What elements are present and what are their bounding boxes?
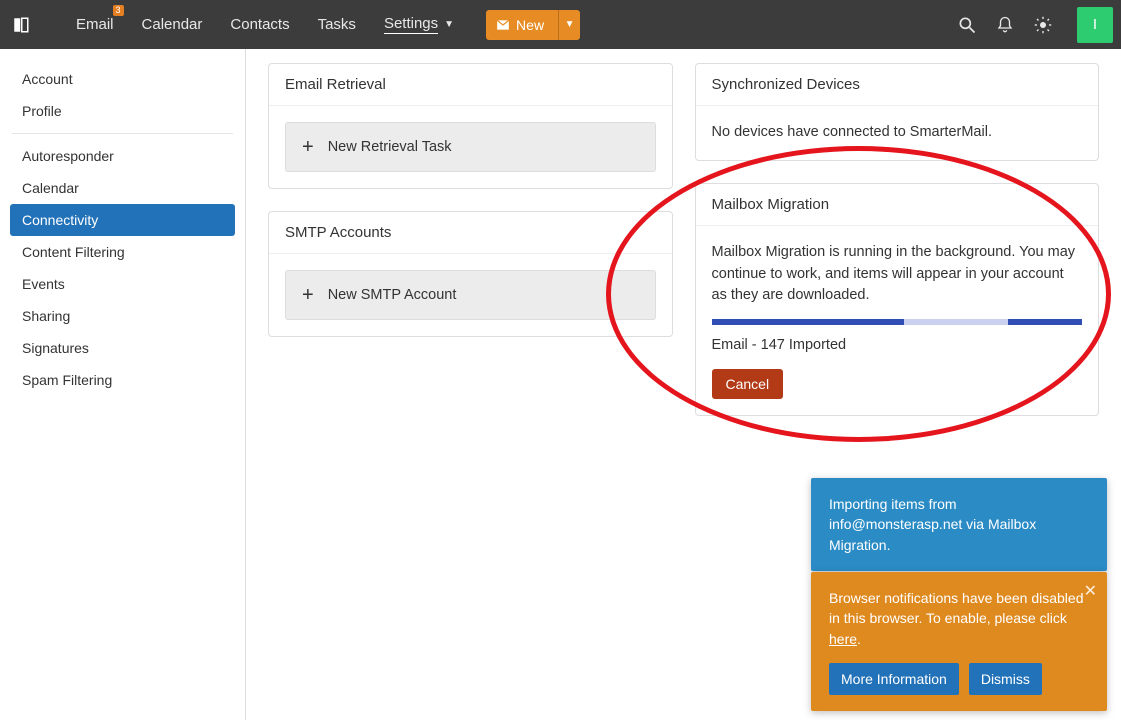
settings-sidebar: Account Profile Autoresponder Calendar C… [0,49,246,720]
sidebar-item-profile[interactable]: Profile [0,95,245,127]
card-title: SMTP Accounts [269,212,672,254]
new-button-group: New ▼ [486,10,580,40]
toast-text: Browser notifications have been disabled… [829,590,1084,647]
chevron-down-icon: ▼ [444,19,454,30]
avatar[interactable]: I [1077,7,1113,43]
nav-tasks[interactable]: Tasks [304,0,370,49]
toast-info: Importing items from info@monsterasp.net… [811,478,1107,571]
theme-icon[interactable] [1033,15,1053,35]
nav-settings[interactable]: Settings▼ [370,0,468,49]
new-button-dropdown[interactable]: ▼ [558,10,580,40]
migration-progress-label: Email - 147 Imported [712,335,1083,357]
close-icon[interactable]: ✕ [1084,580,1097,603]
card-title: Synchronized Devices [696,64,1099,106]
card-email-retrieval: Email Retrieval + New Retrieval Task [268,63,673,189]
sidebar-item-calendar[interactable]: Calendar [0,172,245,204]
card-synchronized-devices: Synchronized Devices No devices have con… [695,63,1100,161]
sidebar-item-account[interactable]: Account [0,63,245,95]
sidebar-item-sharing[interactable]: Sharing [0,300,245,332]
main-nav: Email 3 Calendar Contacts Tasks Settings… [42,0,468,49]
plus-icon: + [302,285,314,305]
sidebar-item-content-filtering[interactable]: Content Filtering [0,236,245,268]
app-logo-icon[interactable] [0,0,42,49]
sidebar-divider [12,133,233,134]
nav-email[interactable]: Email 3 [62,0,128,49]
nav-calendar[interactable]: Calendar [128,0,217,49]
more-information-button[interactable]: More Information [829,663,959,695]
migration-progress-bar [712,319,1083,325]
email-badge: 3 [113,5,124,16]
new-retrieval-task-button[interactable]: + New Retrieval Task [285,122,656,172]
card-smtp-accounts: SMTP Accounts + New SMTP Account [268,211,673,337]
cancel-button[interactable]: Cancel [712,369,784,399]
dismiss-button[interactable]: Dismiss [969,663,1042,695]
search-icon[interactable] [957,15,977,35]
devices-empty-text: No devices have connected to SmarterMail… [696,106,1099,160]
bell-icon[interactable] [995,15,1015,35]
sidebar-item-connectivity[interactable]: Connectivity [10,204,235,236]
mail-icon [496,18,510,32]
new-smtp-account-button[interactable]: + New SMTP Account [285,270,656,320]
card-title: Email Retrieval [269,64,672,106]
app-header: Email 3 Calendar Contacts Tasks Settings… [0,0,1121,49]
sidebar-item-signatures[interactable]: Signatures [0,332,245,364]
migration-status-text: Mailbox Migration is running in the back… [712,242,1083,307]
card-title: Mailbox Migration [696,184,1099,226]
nav-contacts[interactable]: Contacts [216,0,303,49]
plus-icon: + [302,137,314,157]
sidebar-item-spam-filtering[interactable]: Spam Filtering [0,364,245,396]
sidebar-item-autoresponder[interactable]: Autoresponder [0,140,245,172]
new-button[interactable]: New [486,10,558,40]
sidebar-item-events[interactable]: Events [0,268,245,300]
enable-link[interactable]: here [829,631,857,647]
toast-warning: ✕ Browser notifications have been disabl… [811,572,1107,711]
card-mailbox-migration: Mailbox Migration Mailbox Migration is r… [695,183,1100,416]
toast-text: Importing items from info@monsterasp.net… [829,496,1036,553]
